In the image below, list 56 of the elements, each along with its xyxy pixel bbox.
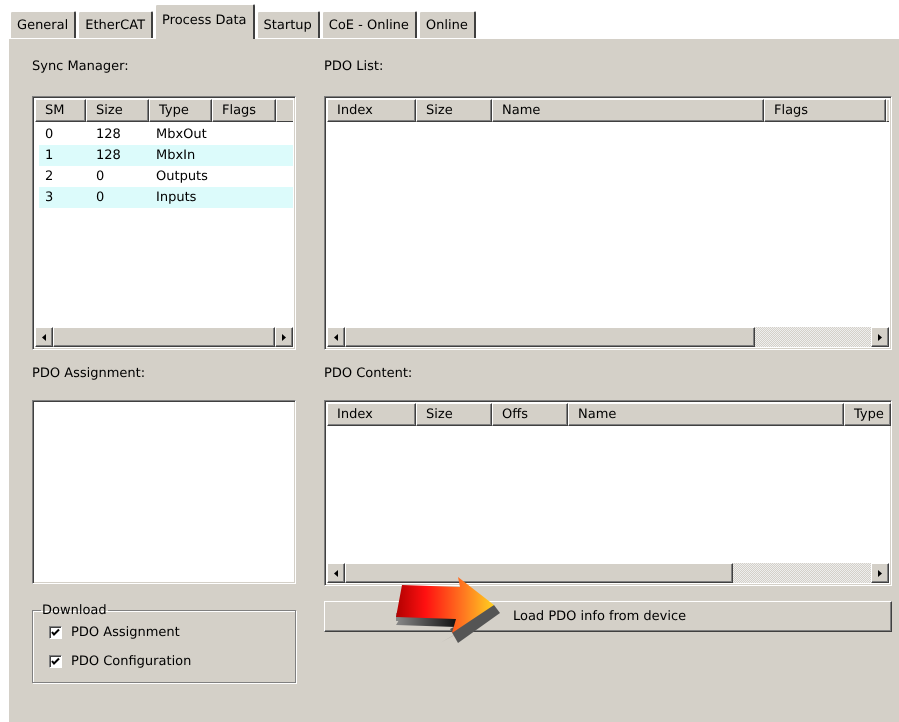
section-label: PDO Content:: [324, 366, 414, 381]
scroll-right-button[interactable]: [275, 327, 293, 347]
table-cell-text: 2: [44, 169, 54, 184]
tab[interactable]: Process Data: [155, 4, 255, 39]
table-cell-text: MbxOut: [155, 127, 208, 142]
tab[interactable]: CoE - Online: [322, 11, 417, 38]
column-header[interactable]: Size: [416, 99, 492, 122]
table-cell-text: 3: [44, 190, 54, 205]
column-header[interactable]: Offs: [492, 403, 568, 426]
table-cell-text: 0: [95, 190, 106, 205]
checkbox[interactable]: [49, 655, 62, 668]
scroll-left-icon: [42, 334, 46, 340]
section-label: PDO List:: [324, 59, 384, 74]
column-header[interactable]: Name: [568, 403, 844, 426]
table-cell-text: 0: [95, 169, 106, 184]
column-header[interactable]: Size: [86, 99, 149, 122]
table-cell-text: 128: [95, 127, 122, 142]
column-header[interactable]: Index: [327, 403, 416, 426]
scroll-right-button[interactable]: [871, 327, 889, 347]
column-header[interactable]: Size: [416, 403, 492, 426]
tab[interactable]: Startup: [256, 11, 320, 38]
column-header[interactable]: Index: [327, 99, 416, 122]
scroll-left-icon: [334, 570, 338, 576]
table-cell-text: Inputs: [155, 190, 198, 205]
table-cell-text: Outputs: [155, 169, 209, 184]
scroll-thumb[interactable]: [345, 327, 756, 347]
section-label: Sync Manager:: [32, 59, 130, 74]
table-cell-text: 128: [95, 148, 122, 163]
tab[interactable]: EtherCAT: [78, 11, 154, 38]
scroll-thumb[interactable]: [345, 563, 733, 583]
table-cell-text: MbxIn: [155, 148, 196, 163]
group-label: Download: [41, 603, 108, 618]
scroll-left-icon: [334, 334, 338, 340]
scroll-left-button[interactable]: [327, 563, 345, 583]
column-header[interactable]: SM: [35, 99, 86, 122]
checkbox[interactable]: [49, 626, 62, 639]
horizontal-scrollbar[interactable]: [327, 327, 889, 347]
scroll-right-icon: [878, 334, 882, 340]
scroll-right-button[interactable]: [871, 563, 889, 583]
tab[interactable]: General: [10, 11, 76, 38]
section-label: PDO Assignment:: [32, 366, 146, 381]
column-header[interactable]: Name: [492, 99, 764, 122]
column-header[interactable]: Flags: [212, 99, 276, 122]
checkbox-label[interactable]: PDO Configuration: [71, 654, 192, 669]
table-cell-text: 0: [44, 127, 54, 142]
scroll-left-button[interactable]: [35, 327, 53, 347]
table-cell-text: 1: [44, 148, 54, 163]
column-header[interactable]: Type: [149, 99, 212, 122]
scroll-right-icon: [282, 334, 286, 340]
scroll-right-icon: [878, 570, 882, 576]
horizontal-scrollbar[interactable]: [327, 563, 889, 583]
scroll-left-button[interactable]: [327, 327, 345, 347]
tab[interactable]: Online: [418, 11, 476, 38]
checkbox-label[interactable]: PDO Assignment: [71, 625, 180, 640]
column-header[interactable]: Flags: [764, 99, 886, 122]
column-header[interactable]: Type: [844, 403, 891, 426]
